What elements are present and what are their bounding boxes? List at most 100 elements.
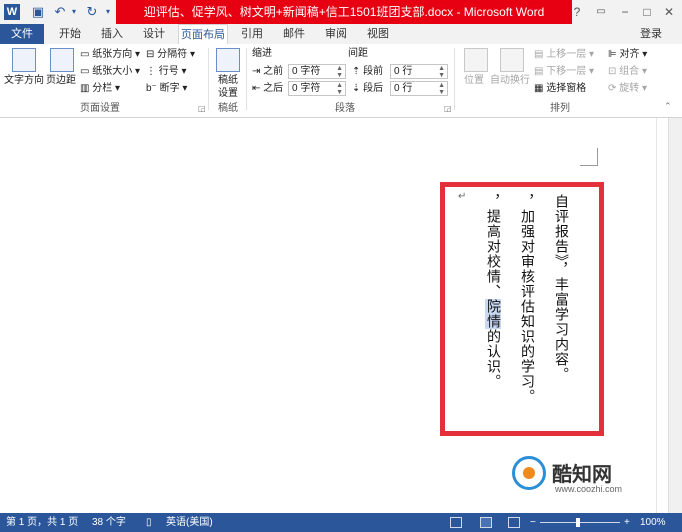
proofing-icon[interactable]: ▯ bbox=[146, 513, 152, 532]
wrap-text-icon[interactable] bbox=[500, 48, 524, 72]
text-direction-button[interactable]: 文字方向 bbox=[4, 74, 44, 87]
text-direction-icon[interactable] bbox=[12, 48, 36, 72]
vertical-scrollbar[interactable] bbox=[668, 118, 682, 513]
tab-references[interactable]: 引用 bbox=[232, 24, 272, 44]
group-button[interactable]: ⊡ 组合 ▾ bbox=[608, 65, 647, 78]
minimize-button[interactable]: − bbox=[614, 0, 636, 24]
position-icon[interactable] bbox=[464, 48, 488, 72]
save-icon[interactable]: ▣ bbox=[30, 4, 46, 20]
bring-forward-icon: ▤ bbox=[534, 49, 547, 60]
group-divider bbox=[246, 48, 247, 110]
line-numbers-icon: ⋮ bbox=[146, 66, 159, 77]
spinner-icon[interactable]: ▲ ▼ bbox=[438, 82, 445, 96]
margins-icon[interactable] bbox=[50, 48, 74, 72]
page-edge bbox=[656, 118, 657, 513]
space-before-label: ⇡ 段前 bbox=[352, 66, 384, 77]
ribbon-display-icon[interactable]: ▭ bbox=[590, 0, 612, 24]
redo-icon[interactable]: ↻ bbox=[84, 4, 100, 20]
zoom-slider-thumb[interactable] bbox=[576, 518, 580, 527]
selection-pane-button[interactable]: ▦ 选择窗格 bbox=[534, 82, 586, 95]
tab-design[interactable]: 设计 bbox=[134, 24, 174, 44]
status-bar: 第 1 页，共 1 页 38 个字 ▯ 英语(美国) − + 100% bbox=[0, 513, 682, 532]
page-setup-launcher-icon[interactable]: ◲ bbox=[198, 104, 206, 113]
tab-mailings[interactable]: 邮件 bbox=[274, 24, 314, 44]
group-divider bbox=[454, 48, 455, 110]
send-backward-icon: ▤ bbox=[534, 66, 547, 77]
arrange-group-label: 排列 bbox=[550, 103, 570, 114]
manuscript-icon[interactable] bbox=[216, 48, 240, 72]
text-column-1[interactable]: 自评报告》，丰富学习内容。 bbox=[553, 194, 569, 382]
rotate-icon: ⟳ bbox=[608, 83, 620, 94]
ribbon-tabs: 文件 开始 插入 设计 页面布局 引用 邮件 审阅 视图 登录 bbox=[0, 24, 682, 44]
spinner-icon[interactable]: ▲ ▼ bbox=[438, 65, 445, 79]
indent-after-input[interactable]: 0 字符 ▲ ▼ bbox=[288, 81, 346, 96]
tab-review[interactable]: 审阅 bbox=[316, 24, 356, 44]
indent-before-input[interactable]: 0 字符 ▲ ▼ bbox=[288, 64, 346, 79]
language-indicator[interactable]: 英语(美国) bbox=[166, 513, 213, 532]
watermark-name: 酷知网 bbox=[552, 462, 612, 486]
paragraph-group-label: 段落 bbox=[335, 103, 355, 114]
manuscript-group-label: 稿纸 bbox=[218, 103, 238, 114]
text-column-2[interactable]: ，加强对审核评估知识的学习。 bbox=[519, 194, 535, 404]
orientation-button[interactable]: ▭ 纸张方向 ▾ bbox=[80, 48, 140, 61]
zoom-out-button[interactable]: − bbox=[530, 513, 536, 532]
word-app-icon[interactable]: W bbox=[4, 4, 20, 20]
indent-right-icon: ⇤ bbox=[252, 83, 264, 94]
undo-dropdown-icon[interactable]: ▾ bbox=[66, 4, 82, 20]
tab-view[interactable]: 视图 bbox=[358, 24, 398, 44]
sign-in-link[interactable]: 登录 bbox=[640, 24, 662, 44]
collapse-ribbon-icon[interactable]: ⌃ bbox=[664, 100, 672, 113]
maximize-button[interactable]: □ bbox=[636, 0, 658, 24]
paragraph-mark-icon: ↵ bbox=[458, 191, 467, 202]
columns-button[interactable]: ▥ 分栏 ▾ bbox=[80, 82, 120, 95]
wrap-text-button[interactable]: 自动换行 bbox=[490, 74, 530, 87]
help-button[interactable]: ? bbox=[566, 0, 588, 24]
spinner-icon[interactable]: ▲ ▼ bbox=[336, 65, 343, 79]
ribbon: 文字方向 页边距 ▭ 纸张方向 ▾ ▭ 纸张大小 ▾ ▥ 分栏 ▾ ⊟ 分隔符 … bbox=[0, 44, 682, 118]
send-backward-button[interactable]: ▤ 下移一层 ▾ bbox=[534, 65, 594, 78]
line-numbers-button[interactable]: ⋮ 行号 ▾ bbox=[146, 65, 187, 78]
size-icon: ▭ bbox=[80, 66, 93, 77]
zoom-in-button[interactable]: + bbox=[624, 513, 630, 532]
window-title: 迎评估、促学风、树文明+新闻稿+信工1501班团支部.docx - Micros… bbox=[143, 5, 545, 19]
space-after-input[interactable]: 0 行 ▲ ▼ bbox=[390, 81, 448, 96]
hyphenation-button[interactable]: b⁻ 断字 ▾ bbox=[146, 82, 187, 95]
orientation-icon: ▭ bbox=[80, 49, 93, 60]
margins-button[interactable]: 页边距 bbox=[46, 74, 76, 87]
zoom-slider[interactable] bbox=[540, 522, 620, 523]
bring-forward-button[interactable]: ▤ 上移一层 ▾ bbox=[534, 48, 594, 61]
close-button[interactable]: ✕ bbox=[658, 0, 680, 24]
space-after-icon: ⇣ bbox=[352, 83, 364, 94]
tab-page-layout[interactable]: 页面布局 bbox=[178, 24, 228, 44]
text-column-3[interactable]: ，提高对校情、院情的认识。 bbox=[485, 194, 501, 389]
print-layout-icon[interactable] bbox=[480, 517, 492, 528]
zoom-level[interactable]: 100% bbox=[640, 513, 666, 532]
space-before-input[interactable]: 0 行 ▲ ▼ bbox=[390, 64, 448, 79]
columns-icon: ▥ bbox=[80, 83, 93, 94]
coozhi-logo-icon bbox=[512, 456, 546, 490]
group-divider bbox=[208, 48, 209, 110]
selection-pane-icon: ▦ bbox=[534, 83, 547, 94]
rotate-button[interactable]: ⟳ 旋转 ▾ bbox=[608, 82, 647, 95]
web-layout-icon[interactable] bbox=[508, 517, 520, 528]
align-button[interactable]: ⊫ 对齐 ▾ bbox=[608, 48, 647, 61]
paragraph-launcher-icon[interactable]: ◲ bbox=[444, 104, 452, 113]
customize-qat-icon[interactable]: ▾ bbox=[100, 4, 116, 20]
breaks-icon: ⊟ bbox=[146, 49, 158, 60]
read-mode-icon[interactable] bbox=[450, 517, 462, 528]
page-corner-mark bbox=[580, 148, 598, 166]
size-button[interactable]: ▭ 纸张大小 ▾ bbox=[80, 65, 140, 78]
spacing-header: 间距 bbox=[348, 48, 368, 59]
group-icon: ⊡ bbox=[608, 66, 620, 77]
tab-insert[interactable]: 插入 bbox=[92, 24, 132, 44]
tab-file[interactable]: 文件 bbox=[0, 24, 44, 44]
spinner-icon[interactable]: ▲ ▼ bbox=[336, 82, 343, 96]
manuscript-settings-button[interactable]: 稿纸设置 bbox=[216, 74, 240, 100]
highlighted-text: 院情 bbox=[485, 299, 501, 329]
title-highlight: 迎评估、促学风、树文明+新闻稿+信工1501班团支部.docx - Micros… bbox=[116, 0, 572, 24]
tab-home[interactable]: 开始 bbox=[50, 24, 90, 44]
position-button[interactable]: 位置 bbox=[464, 74, 484, 87]
word-count[interactable]: 38 个字 bbox=[92, 513, 126, 532]
page-count[interactable]: 第 1 页，共 1 页 bbox=[6, 513, 78, 532]
breaks-button[interactable]: ⊟ 分隔符 ▾ bbox=[146, 48, 195, 61]
